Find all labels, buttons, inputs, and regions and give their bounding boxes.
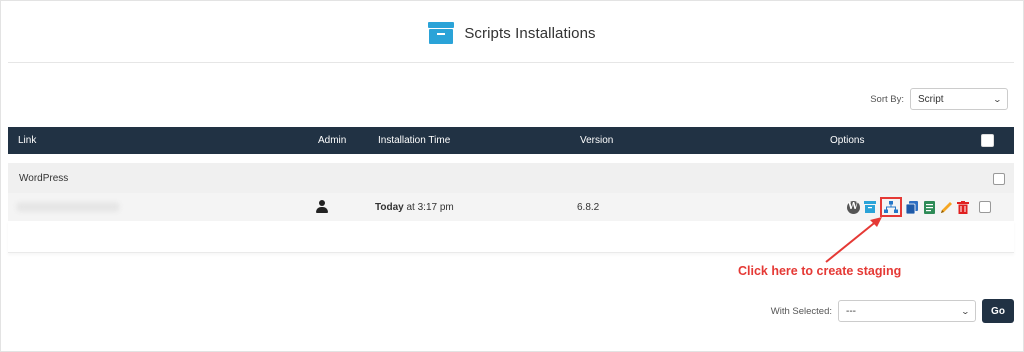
sort-label: Sort By: <box>870 93 904 105</box>
installation-time: Today at 3:17 pm <box>375 202 454 213</box>
column-options: Options <box>830 135 865 146</box>
chevron-down-icon: ⌄ <box>960 306 971 316</box>
column-admin: Admin <box>318 135 347 146</box>
chevron-down-icon: ⌄ <box>992 94 1003 104</box>
go-button[interactable]: Go <box>982 299 1014 323</box>
sort-select[interactable]: Script ⌄ <box>910 88 1008 110</box>
sort-control: Sort By: Script ⌄ <box>870 88 1008 110</box>
group-label: WordPress <box>19 173 69 184</box>
with-selected-label: With Selected: <box>770 305 832 317</box>
column-version: Version <box>580 135 614 146</box>
installation-link[interactable] <box>16 202 120 212</box>
archive-box-icon <box>428 22 455 44</box>
page-title: Scripts Installations <box>464 24 596 42</box>
user-icon[interactable] <box>316 200 328 214</box>
bulk-actions: With Selected: --- ⌄ Go <box>771 299 1014 323</box>
group-row-wordpress: WordPress <box>8 163 1014 193</box>
row-checkbox[interactable] <box>979 201 991 213</box>
column-link: Link <box>18 135 37 146</box>
time-clock: at 3:17 pm <box>403 202 454 213</box>
delete-icon[interactable] <box>956 200 970 214</box>
annotation-text: Click here to create staging <box>738 264 902 278</box>
copy-icon[interactable] <box>922 200 936 214</box>
annotation-arrow-icon <box>825 217 882 263</box>
table-header: Link Admin Installation Time Version Opt… <box>8 127 1014 154</box>
group-checkbox[interactable] <box>993 173 1005 185</box>
header-divider <box>8 62 1014 63</box>
bulk-action-select[interactable]: --- ⌄ <box>838 300 976 322</box>
select-all-checkbox[interactable] <box>981 134 994 147</box>
edit-icon[interactable] <box>939 200 953 214</box>
bulk-action-value: --- <box>846 305 856 317</box>
page-header: Scripts Installations <box>0 22 1024 52</box>
sort-select-value: Script <box>918 93 944 105</box>
version-value: 6.8.2 <box>577 202 600 213</box>
installations-table: Link Admin Installation Time Version Opt… <box>8 127 1014 253</box>
column-installation-time: Installation Time <box>378 135 451 146</box>
clone-icon[interactable] <box>905 200 919 214</box>
time-day: Today <box>375 202 404 213</box>
